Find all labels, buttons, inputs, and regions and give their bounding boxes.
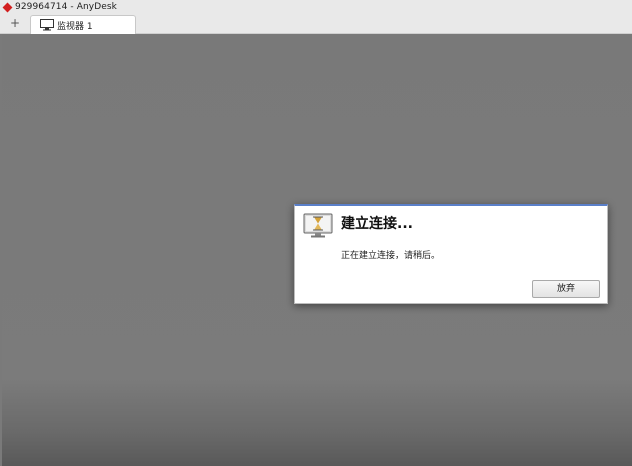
dialog-message: 正在建立连接，请稍后。 xyxy=(341,251,441,261)
tab-strip: + 监视器 1 xyxy=(0,14,632,34)
window-title: 929964714 - AnyDesk xyxy=(15,2,117,12)
tab-monitor-1[interactable]: 监视器 1 xyxy=(30,15,136,34)
anydesk-logo-icon xyxy=(2,2,13,12)
title-bar: 929964714 - AnyDesk xyxy=(0,0,632,14)
dialog-title: 建立连接... xyxy=(341,216,413,232)
connecting-dialog: 建立连接... 正在建立连接，请稍后。 放弃 xyxy=(294,204,608,304)
tab-label: 监视器 1 xyxy=(57,21,93,32)
anydesk-window: 929964714 - AnyDesk + 监视器 1 建立连接... 正在建立… xyxy=(0,0,632,466)
monitor-icon xyxy=(40,19,54,31)
hourglass-monitor-icon xyxy=(303,213,333,238)
new-tab-button[interactable]: + xyxy=(9,15,21,31)
cancel-button[interactable]: 放弃 xyxy=(532,280,600,298)
